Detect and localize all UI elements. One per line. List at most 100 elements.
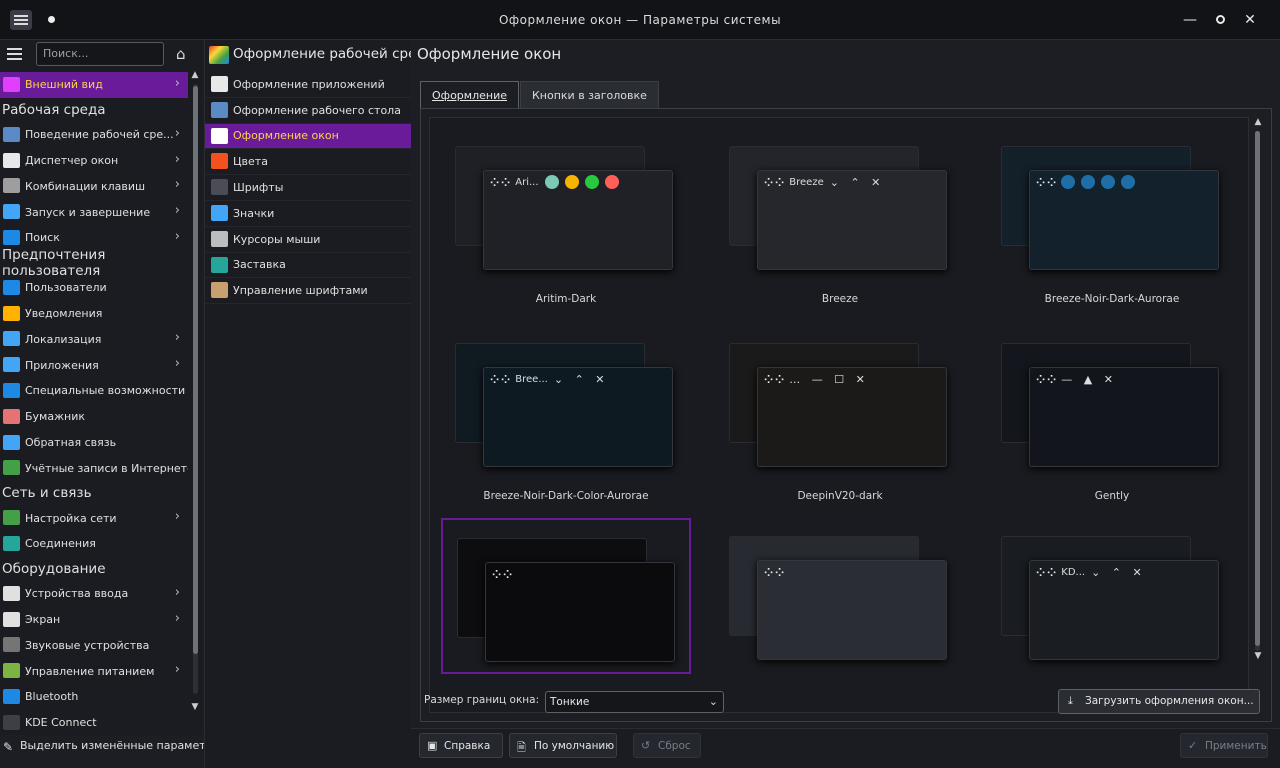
- category-item[interactable]: Шрифты: [205, 175, 411, 201]
- apply-button[interactable]: ✓ Применить: [1180, 733, 1268, 758]
- section-heading: Рабочая среда: [2, 101, 106, 118]
- sidebar-item[interactable]: Пользователи: [0, 275, 188, 301]
- theme-name: Breeze: [821, 293, 859, 305]
- minimize-icon[interactable]: —: [1181, 11, 1199, 29]
- accessibility-icon: [3, 382, 20, 398]
- chevron-right-icon: ›: [174, 509, 180, 525]
- maximize-icon[interactable]: [1211, 11, 1229, 29]
- category-item-label: Заставка: [233, 258, 286, 272]
- preview-titlebar: ⁘ ⁘ Bree... ⌄ ⌃ ✕: [484, 368, 672, 390]
- highlight-changes-button[interactable]: ✎ Выделить изменённые параметры: [0, 735, 221, 761]
- theme-card[interactable]: ⁘ ⁘ Breeze ⌄ ⌃ ✕ Breeze: [715, 128, 965, 305]
- category-item[interactable]: Курсоры мыши: [205, 227, 411, 253]
- sidebar-item[interactable]: Специальные возможности: [0, 378, 188, 404]
- category-item-label: Оформление окон: [233, 129, 339, 143]
- sidebar-item[interactable]: Поиск ›: [0, 225, 188, 251]
- sidebar-item-label: Внешний вид: [25, 78, 103, 92]
- network-globe-icon: [3, 510, 20, 526]
- sidebar-scrollbar[interactable]: ▲ ▼: [190, 70, 200, 727]
- category-item[interactable]: Заставка: [205, 253, 411, 279]
- theme-name: Aritim-Dark: [535, 293, 597, 305]
- scrollbar-thumb[interactable]: [193, 86, 198, 654]
- desktop-icon: ⁘ ⁘: [764, 372, 784, 386]
- sidebar-item[interactable]: Соединения: [0, 531, 188, 557]
- chevron-right-icon: ›: [174, 151, 180, 167]
- preview-window-active: ⁘ ⁘ Bree... ⌄ ⌃ ✕: [483, 367, 673, 467]
- desktop-icon: ⁘ ⁘: [764, 175, 784, 189]
- theme-card[interactable]: ⁘ ⁘ KD... ⌄ ⌃ ✕: [987, 518, 1237, 674]
- category-item[interactable]: Цвета: [205, 149, 411, 176]
- preview-titlebar: ⁘ ⁘: [1030, 171, 1218, 193]
- close-icon[interactable]: ✕: [1241, 11, 1259, 29]
- theme-card[interactable]: ⁘ ⁘: [715, 518, 965, 674]
- sidebar-item[interactable]: Звуковые устройства: [0, 632, 188, 658]
- reset-button[interactable]: ↺ Сброс: [633, 733, 701, 758]
- help-button[interactable]: ▣ Справка: [419, 733, 503, 758]
- theme-card[interactable]: ⁘ ⁘ … — ☐ ✕ DeepinV20-dark: [715, 325, 965, 502]
- border-size-select[interactable]: Тонкие ⌄: [545, 691, 724, 713]
- sidebar-item[interactable]: Внешний вид ›: [0, 72, 188, 98]
- category-item[interactable]: Управление шрифтами: [205, 278, 411, 305]
- preview-window-active: ⁘ ⁘ KD... ⌄ ⌃ ✕: [1029, 560, 1219, 660]
- fonts-icon: [211, 179, 228, 196]
- sidebar-item-label: Учётные записи в Интернете: [25, 461, 188, 475]
- window-buttons-icon: … — ☐ ✕: [789, 372, 869, 386]
- splash-icon: [211, 256, 228, 273]
- category-item-label: Управление шрифтами: [233, 284, 368, 298]
- theme-card[interactable]: ⁘ ⁘ Ari... Aritim-Dark: [441, 128, 691, 305]
- category-item[interactable]: Оформление приложений: [205, 72, 411, 98]
- theme-name: DeepinV20-dark: [797, 490, 883, 502]
- scroll-up-icon[interactable]: ▲: [190, 70, 200, 80]
- theme-grid-scrollbar[interactable]: ▲ ▼: [1251, 117, 1265, 713]
- sidebar-item[interactable]: Бумажник: [0, 404, 188, 430]
- preview-titlebar: ⁘ ⁘: [758, 561, 946, 583]
- chevron-right-icon: ›: [174, 330, 180, 346]
- sidebar-item[interactable]: Bluetooth: [0, 684, 188, 710]
- scrollbar-thumb[interactable]: [1255, 131, 1260, 646]
- category-item[interactable]: Оформление окон: [205, 123, 411, 150]
- sidebar-item[interactable]: Комбинации клавиш ›: [0, 173, 188, 199]
- chevron-right-icon: ›: [174, 177, 180, 193]
- sidebar-item[interactable]: Устройства ввода ›: [0, 581, 188, 607]
- chevron-right-icon: ›: [174, 610, 180, 626]
- scroll-down-icon[interactable]: ▼: [1251, 651, 1265, 661]
- theme-card[interactable]: ⁘ ⁘ — ▲ ✕ Gently: [987, 325, 1237, 502]
- sidebar-item[interactable]: Учётные записи в Интернете: [0, 455, 188, 481]
- window-buttons-icon: ⌄ ⌃ ✕: [553, 372, 609, 386]
- home-icon[interactable]: ⌂: [176, 46, 194, 62]
- category-item-label: Цвета: [233, 155, 268, 169]
- theme-name: Breeze-Noir-Dark-Color-Aurorae: [483, 490, 649, 502]
- sidebar-item-label: Соединения: [25, 537, 96, 551]
- category-item-label: Курсоры мыши: [233, 232, 321, 246]
- theme-card[interactable]: ⁘ ⁘ Breeze-Noir-Dark-Aurorae: [987, 128, 1237, 305]
- defaults-button[interactable]: 🗎 По умолчанию: [509, 733, 617, 758]
- sidebar-item[interactable]: Диспетчер окон ›: [0, 148, 188, 174]
- chevron-right-icon: ›: [174, 228, 180, 244]
- sidebar-item[interactable]: Уведомления: [0, 301, 188, 327]
- sidebar-item[interactable]: Приложения ›: [0, 352, 188, 378]
- sidebar-item-label: Запуск и завершение: [25, 205, 151, 219]
- scroll-up-icon[interactable]: ▲: [1251, 117, 1265, 127]
- sidebar-item[interactable]: Запуск и завершение ›: [0, 199, 188, 225]
- category-item[interactable]: Оформление рабочего стола: [205, 98, 411, 124]
- sidebar-item[interactable]: Обратная связь: [0, 430, 188, 456]
- sidebar-item[interactable]: Поведение рабочей сре... ›: [0, 122, 188, 148]
- scroll-down-icon[interactable]: ▼: [190, 702, 200, 712]
- theme-card[interactable]: ⁘ ⁘ Bree... ⌄ ⌃ ✕ Breeze-Noir-Dark-Color-Au…: [441, 325, 691, 502]
- tab-titlebar-buttons[interactable]: Кнопки в заголовке: [519, 81, 659, 108]
- sidebar-item[interactable]: Управление питанием ›: [0, 658, 188, 684]
- search-input[interactable]: Поиск...: [36, 42, 164, 66]
- window-button-icon: [584, 175, 599, 189]
- sidebar-item[interactable]: Настройка сети ›: [0, 505, 188, 531]
- sidebar-item[interactable]: Экран ›: [0, 607, 188, 633]
- tab-bar: Оформление Кнопки в заголовке: [420, 81, 660, 109]
- sidebar-item-label: Поведение рабочей сре...: [25, 128, 174, 142]
- category-item[interactable]: Значки: [205, 201, 411, 227]
- theme-card[interactable]: ⁘ ⁘: [441, 518, 691, 674]
- get-new-decorations-button[interactable]: ⤓ Загрузить оформления окон...: [1058, 689, 1260, 714]
- tab-decorations[interactable]: Оформление: [420, 81, 519, 108]
- sidebar-item[interactable]: KDE Connect: [0, 710, 188, 736]
- hamburger-menu-icon[interactable]: [7, 48, 22, 60]
- sidebar-item[interactable]: Локализация ›: [0, 326, 188, 352]
- preview-window-active: ⁘ ⁘ — ▲ ✕: [1029, 367, 1219, 467]
